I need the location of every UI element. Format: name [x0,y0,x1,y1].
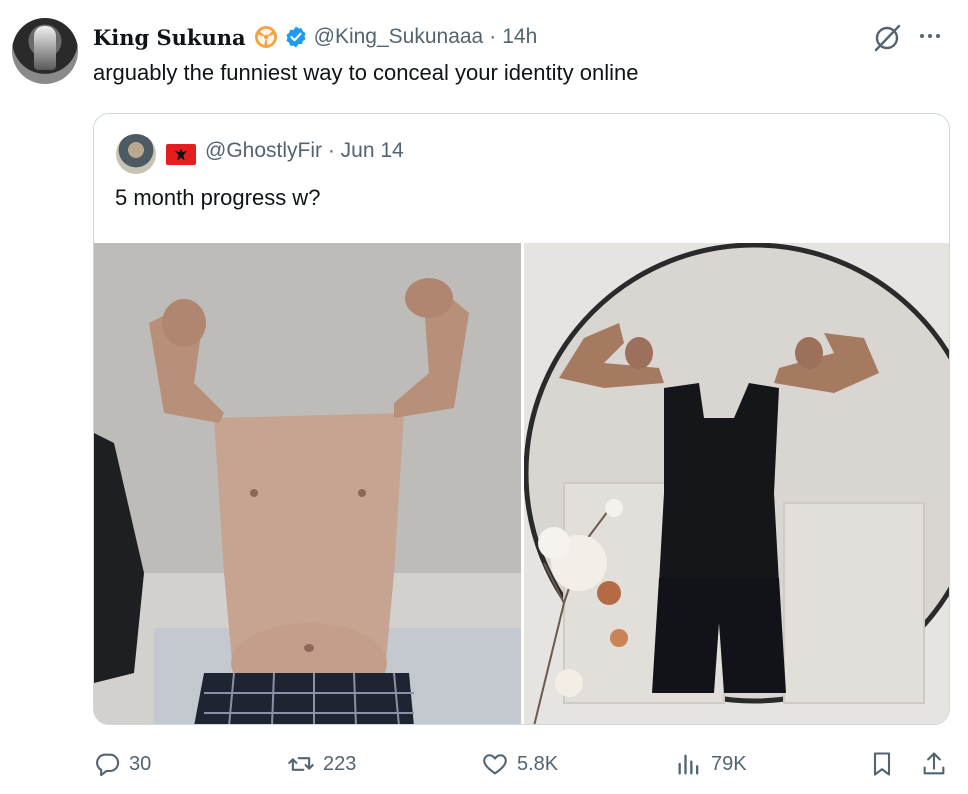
like-icon [483,754,507,775]
like-count: 5.8K [517,752,559,775]
tweet-text: arguably the funniest way to conceal you… [93,60,639,85]
more-icon[interactable] [920,34,940,38]
reply-button[interactable]: 30 [93,750,151,778]
separator-dot: · [327,139,341,162]
grok-icon[interactable] [872,23,902,53]
retweet-button[interactable]: 223 [287,750,356,778]
quoted-author-avatar[interactable] [116,134,156,174]
views-count: 79K [711,752,747,775]
display-name[interactable]: King Sukuna [93,25,246,50]
retweet-icon [288,757,314,771]
verified-badge-icon[interactable] [284,25,308,49]
quoted-date[interactable]: Jun 14 [341,139,404,162]
affiliate-badge-icon[interactable] [254,25,278,49]
quoted-tweet[interactable]: @GhostlyFir · Jun 14 5 month progress w? [93,113,950,725]
share-icon[interactable] [920,750,948,778]
bookmark-icon[interactable] [868,750,896,778]
reply-count: 30 [129,752,152,775]
action-bar: 30 223 5.8K 79K [0,744,968,784]
quoted-text: 5 month progress w? [115,185,321,210]
quoted-handle-date[interactable]: @GhostlyFir · Jun 14 [205,139,404,163]
author-handle[interactable]: @King_Sukunaaa [314,25,484,49]
separator-dot: · [489,25,497,48]
photo-after[interactable] [524,243,949,724]
reply-icon [96,753,120,777]
author-avatar[interactable] [12,18,78,84]
views-icon [678,754,699,775]
like-button[interactable]: 5.8K [481,750,558,778]
photo-before[interactable] [94,243,521,724]
albania-flag-icon [166,144,196,165]
tweet-time[interactable]: 14h [502,25,537,49]
views-button[interactable]: 79K [675,750,747,778]
photo-before-illustration [94,243,521,724]
photo-after-illustration [524,243,949,724]
quoted-handle[interactable]: @GhostlyFir [205,139,322,162]
retweet-count: 223 [323,752,357,775]
tweet-header: King Sukuna @King_Sukunaaa · 14h [93,21,537,53]
